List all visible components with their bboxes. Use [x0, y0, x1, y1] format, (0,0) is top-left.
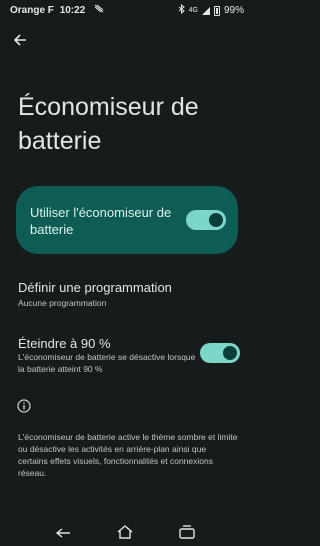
- schedule-title: Définir une programmation: [18, 280, 172, 295]
- page-title: Économiseur de batterie: [18, 93, 199, 155]
- back-button[interactable]: [10, 30, 30, 50]
- battery-saver-toggle-label: Utiliser l'économiseur de batterie: [30, 205, 172, 237]
- carrier-name: Orange F: [10, 5, 54, 16]
- nav-recents-button[interactable]: [178, 524, 196, 540]
- footer-description: L'économiseur de batterie active le thèm…: [18, 432, 238, 478]
- status-bar: Orange F 10:22 4G 99%: [0, 0, 252, 20]
- back-nav-icon: [55, 528, 70, 538]
- schedule-subtitle: Aucune programmation: [18, 298, 107, 308]
- battery-percent: 99%: [223, 5, 244, 16]
- switch-knob: [209, 213, 223, 227]
- turn-off-title: Éteindre à 90 %: [18, 336, 111, 351]
- status-left: Orange F 10:22: [10, 4, 104, 16]
- navigation-bar: [0, 516, 252, 546]
- bluetooth-icon: [178, 3, 185, 17]
- turn-off-switch[interactable]: [200, 343, 240, 363]
- switch-knob: [223, 346, 237, 360]
- status-right: 4G 99%: [178, 3, 244, 17]
- signal-icon: [201, 6, 210, 15]
- clock: 10:22: [59, 5, 86, 16]
- battery-saver-toggle-card[interactable]: Utiliser l'économiseur de batterie: [16, 186, 238, 254]
- nav-back-button[interactable]: [54, 524, 72, 540]
- recents-icon: [179, 525, 195, 539]
- cast-icon: [94, 4, 104, 16]
- battery-saver-switch[interactable]: [186, 210, 226, 230]
- home-icon: [117, 525, 133, 539]
- nav-home-button[interactable]: [116, 524, 134, 540]
- turn-off-subtitle: L'économiseur de batterie se désactive l…: [18, 352, 196, 374]
- arrow-left-icon: [13, 34, 26, 46]
- battery-icon: [213, 5, 220, 16]
- info-icon: [17, 399, 31, 413]
- network-type: 4G: [188, 7, 198, 14]
